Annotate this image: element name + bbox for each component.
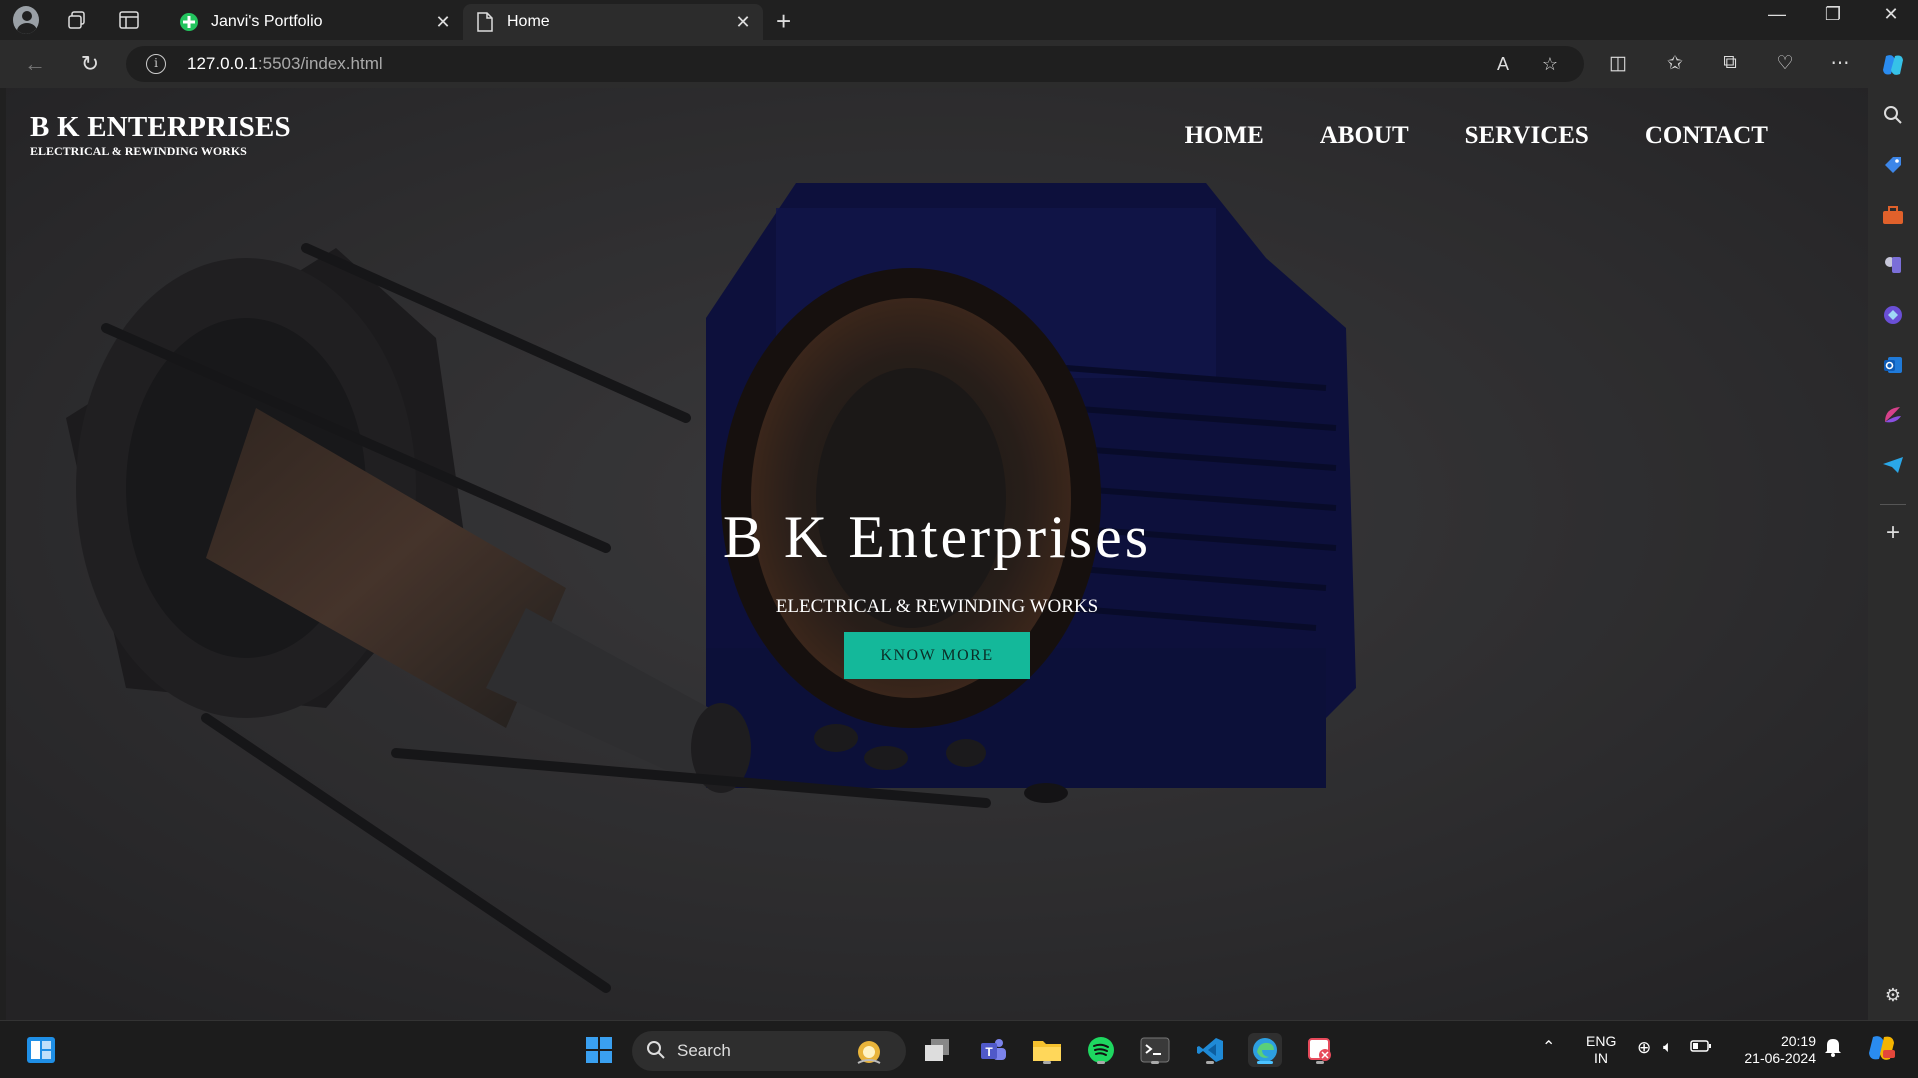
network-globe-icon[interactable]: ⊕ bbox=[1637, 1039, 1651, 1056]
browser-essentials-icon[interactable]: ♡ bbox=[1772, 52, 1798, 78]
tab-close-icon[interactable]: ✕ bbox=[433, 12, 453, 33]
profile-avatar[interactable] bbox=[13, 6, 39, 34]
know-more-button[interactable]: KNOW MORE bbox=[844, 632, 1030, 679]
minimize-icon[interactable]: — bbox=[1762, 4, 1792, 25]
url-text: 127.0.0.1:5503/index.html bbox=[187, 54, 383, 73]
address-bar[interactable]: i 127.0.0.1:5503/index.html A ☆ bbox=[126, 46, 1584, 82]
sidebar-divider bbox=[1880, 504, 1906, 505]
brand-title: B K ENTERPRISES bbox=[30, 111, 291, 143]
nav-services-link[interactable]: SERVICES bbox=[1465, 122, 1589, 150]
hero-subtitle: ELECTRICAL & REWINDING WORKS bbox=[775, 596, 1099, 617]
show-hidden-icons-chevron-icon[interactable]: ⌃ bbox=[1542, 1039, 1555, 1056]
more-options-icon[interactable]: ⋯ bbox=[1827, 52, 1853, 78]
favorites-icon[interactable]: ✩ bbox=[1662, 52, 1688, 78]
edge-sidebar: + ⚙ bbox=[1868, 88, 1918, 1020]
games-icon[interactable] bbox=[1880, 252, 1906, 278]
active-indicator bbox=[1257, 1061, 1273, 1064]
green-plus-favicon-icon bbox=[179, 12, 199, 32]
nav-about-link[interactable]: ABOUT bbox=[1320, 122, 1409, 150]
browser-toolbar: ← ↻ i 127.0.0.1:5503/index.html A ☆ ◫ ✩ … bbox=[0, 40, 1918, 88]
vscode-icon[interactable] bbox=[1193, 1033, 1227, 1067]
designer-icon[interactable] bbox=[1880, 402, 1906, 428]
running-indicator bbox=[1206, 1061, 1214, 1064]
copilot-taskbar-icon[interactable] bbox=[1866, 1033, 1898, 1067]
task-view-icon[interactable] bbox=[920, 1033, 954, 1067]
input-language[interactable]: ENG IN bbox=[1586, 1033, 1616, 1067]
close-window-icon[interactable]: ✕ bbox=[1876, 4, 1906, 25]
brand-subtitle: ELECTRICAL & REWINDING WORKS bbox=[30, 144, 247, 158]
vertical-tabs-icon[interactable] bbox=[116, 7, 142, 33]
battery-icon[interactable] bbox=[1690, 1039, 1712, 1057]
site-info-icon[interactable]: i bbox=[146, 54, 166, 74]
copilot-icon[interactable] bbox=[1880, 52, 1906, 78]
running-indicator bbox=[1316, 1061, 1324, 1064]
copilot-sidebar-icon[interactable] bbox=[1880, 302, 1906, 328]
new-tab-plus-icon[interactable]: + bbox=[776, 6, 791, 37]
windows-taskbar: Search T ⌃ ENG IN ⊕ 🔈︎ 20:19 21-06-2024 bbox=[0, 1020, 1918, 1078]
running-indicator bbox=[1097, 1061, 1105, 1064]
sidebar-settings-gear-icon[interactable]: ⚙ bbox=[1880, 982, 1906, 1008]
taskbar-search-box[interactable]: Search bbox=[632, 1031, 906, 1071]
tools-briefcase-icon[interactable] bbox=[1880, 202, 1906, 228]
teams-icon[interactable]: T bbox=[976, 1033, 1010, 1067]
tab-strip: Janvi's Portfolio ✕ Home ✕ + — ❐ ✕ bbox=[0, 0, 1918, 40]
terminal-icon[interactable] bbox=[1138, 1033, 1172, 1067]
outlook-icon[interactable] bbox=[1880, 352, 1906, 378]
tab-title: Janvi's Portfolio bbox=[211, 13, 323, 30]
web-page: B K ENTERPRISES ELECTRICAL & REWINDING W… bbox=[6, 88, 1868, 1020]
collections-icon[interactable]: ⧉ bbox=[1717, 52, 1743, 78]
volume-icon[interactable]: 🔈︎ bbox=[1663, 1039, 1673, 1056]
running-indicator bbox=[1151, 1061, 1159, 1064]
tab-title: Home bbox=[507, 13, 550, 30]
running-indicator bbox=[1043, 1061, 1051, 1064]
add-sidebar-app-icon[interactable]: + bbox=[1880, 519, 1906, 546]
svg-text:T: T bbox=[985, 1045, 993, 1059]
search-icon[interactable] bbox=[1880, 102, 1906, 128]
search-label: Search bbox=[677, 1041, 731, 1060]
tab-close-icon[interactable]: ✕ bbox=[733, 12, 753, 33]
split-screen-icon[interactable]: ◫ bbox=[1605, 52, 1631, 78]
notification-bell-icon[interactable] bbox=[1824, 1037, 1842, 1061]
search-icon bbox=[646, 1040, 666, 1065]
favorite-star-icon[interactable]: ☆ bbox=[1539, 54, 1561, 76]
spotify-icon[interactable] bbox=[1084, 1033, 1118, 1067]
file-explorer-icon[interactable] bbox=[1030, 1033, 1064, 1067]
refresh-icon[interactable]: ↻ bbox=[76, 50, 104, 78]
page-favicon-icon bbox=[475, 12, 495, 32]
restore-icon[interactable]: ❐ bbox=[1818, 4, 1848, 25]
shopping-tag-icon[interactable] bbox=[1880, 152, 1906, 178]
nav-contact-link[interactable]: CONTACT bbox=[1645, 122, 1768, 150]
hero-section: B K Enterprises ELECTRICAL & REWINDING W… bbox=[6, 503, 1868, 679]
browser-window: Janvi's Portfolio ✕ Home ✕ + — ❐ ✕ ← ↻ i… bbox=[0, 0, 1918, 1078]
site-brand[interactable]: B K ENTERPRISES ELECTRICAL & REWINDING W… bbox=[30, 112, 291, 159]
tab-janvis-portfolio[interactable]: Janvi's Portfolio ✕ bbox=[167, 4, 463, 40]
hero-title: B K Enterprises bbox=[722, 504, 1152, 570]
windows-start-icon[interactable] bbox=[582, 1033, 616, 1067]
widgets-icon[interactable] bbox=[24, 1033, 58, 1067]
nav-home-link[interactable]: HOME bbox=[1185, 122, 1264, 150]
back-arrow-icon[interactable]: ← bbox=[21, 50, 49, 78]
workspaces-icon[interactable] bbox=[64, 7, 90, 33]
clock[interactable]: 20:19 21-06-2024 bbox=[1736, 1033, 1816, 1067]
snipping-tool-icon[interactable] bbox=[1303, 1033, 1337, 1067]
edge-browser-icon[interactable] bbox=[1248, 1033, 1282, 1067]
read-aloud-icon[interactable]: A bbox=[1492, 54, 1514, 76]
search-highlight-icon bbox=[854, 1037, 884, 1072]
send-telegram-icon[interactable] bbox=[1880, 452, 1906, 478]
main-nav: HOME ABOUT SERVICES CONTACT bbox=[1185, 122, 1768, 150]
tab-home[interactable]: Home ✕ bbox=[463, 4, 763, 40]
